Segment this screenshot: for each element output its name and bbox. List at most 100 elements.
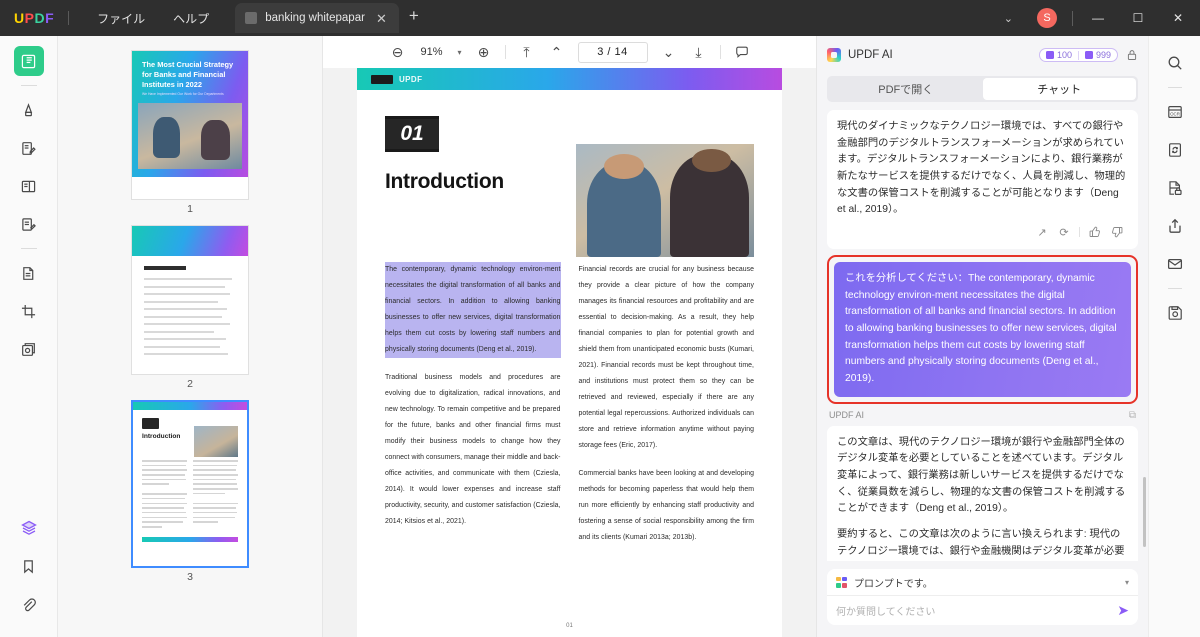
zoom-dropdown-icon[interactable]: ▾ [451, 48, 469, 57]
chat-message-list[interactable]: 現代のダイナミックなテクノロジー環境では、すべての銀行や金融部門のデジタルトラン… [817, 102, 1148, 561]
tab-title: banking whitepapar [265, 12, 365, 24]
menu-help[interactable]: ヘルプ [159, 10, 223, 27]
new-tab-button[interactable]: + [409, 7, 419, 24]
paragraph: Traditional business models and procedur… [385, 374, 561, 526]
prompt-selector[interactable]: プロンプトです。 ▾ [827, 569, 1138, 596]
thumbnail-number-3: 3 [187, 571, 193, 583]
tab-thumbnail-icon [245, 12, 258, 24]
zoom-out-button[interactable]: ⊖ [383, 39, 413, 65]
chat-input-area: プロンプトです。 ▾ 何か質問してください ➤ [817, 561, 1148, 637]
chevron-down-icon[interactable]: ⌄ [990, 12, 1027, 25]
thumbnail-page-2[interactable]: 2 [131, 225, 249, 390]
badge-messages-count: 999 [1095, 50, 1111, 60]
highlighted-paragraph[interactable]: The contemporary, dynamic technology env… [385, 262, 561, 359]
minimize-button[interactable]: — [1078, 0, 1118, 36]
left-tool-rail [0, 36, 58, 637]
badge-pages-count: 100 [1056, 50, 1072, 60]
reading-mode-icon[interactable] [14, 171, 44, 201]
thumbnail-page-1[interactable]: The Most Crucial Strategy for Banks and … [131, 50, 249, 215]
ai-panel-header: UPDF AI 100 999 [817, 42, 1148, 68]
protect-icon[interactable] [1161, 174, 1189, 202]
crop-page-icon[interactable] [14, 296, 44, 326]
cover-photo [138, 102, 242, 169]
message-text: 現代のダイナミックなテクノロジー環境では、すべての銀行や金融部門のデジタルトラン… [837, 121, 1126, 216]
save-icon[interactable] [1161, 299, 1189, 327]
bookmark-icon[interactable] [14, 551, 44, 581]
regenerate-icon[interactable]: ⟳ [1053, 223, 1075, 241]
right-rail-divider [1167, 87, 1182, 88]
page-indicator[interactable]: 3 / 14 [577, 41, 648, 63]
ocr-icon[interactable]: OCR [1161, 98, 1189, 126]
first-page-button[interactable]: ⤒ [512, 39, 542, 65]
cover-subtitle: We Have Implemented Our Work for Our Dep… [142, 91, 224, 96]
page-footer-number: 01 [566, 623, 573, 629]
email-icon[interactable] [1161, 250, 1189, 278]
highlighter-icon[interactable] [14, 95, 44, 125]
previous-page-button[interactable]: ⌃ [542, 39, 572, 65]
next-page-button[interactable]: ⌄ [654, 39, 684, 65]
page-organize-icon[interactable] [14, 258, 44, 288]
title-bar-left: UPDF ファイル ヘルプ banking whitepapar ✕ + [0, 0, 419, 36]
badge-divider [1077, 50, 1079, 60]
avatar[interactable]: S [1037, 8, 1057, 28]
ai-credit-badges[interactable]: 100 999 [1038, 48, 1118, 62]
page-thumbnail-panel[interactable]: The Most Crucial Strategy for Banks and … [58, 36, 323, 637]
export-icon[interactable]: ↗ [1031, 223, 1053, 241]
share-icon[interactable] [1161, 212, 1189, 240]
chat-scrollbar[interactable] [1143, 477, 1146, 547]
paragraph: Commercial banks have been looking at an… [578, 470, 754, 542]
maximize-button[interactable]: ☐ [1118, 0, 1158, 36]
updf-application-window: UPDF ファイル ヘルプ banking whitepapar ✕ + ⌄ S… [0, 0, 1200, 637]
zoom-in-button[interactable]: ⊕ [469, 39, 499, 65]
ai-label-text: UPDF AI [829, 410, 865, 421]
updf-ai-panel: UPDF AI 100 999 PDFで開く チャット 現代のダイナミックなテク… [816, 36, 1148, 637]
like-icon[interactable] [1084, 223, 1106, 241]
thumbnail-number-1: 1 [187, 203, 193, 215]
attachment-icon[interactable] [14, 589, 44, 619]
toolbar-divider-1 [504, 45, 506, 59]
copy-icon[interactable]: ⧉ [1129, 410, 1136, 421]
right-column: Financial records are crucial for any bu… [579, 262, 755, 558]
close-button[interactable]: ✕ [1158, 0, 1198, 36]
document-tab[interactable]: banking whitepapar ✕ [235, 3, 399, 33]
messages-badge-icon [1084, 51, 1093, 59]
zoom-level-label[interactable]: 91% [413, 46, 451, 58]
ai-message: この文章は、現代のテクノロジー環境が銀行や金融部門全体のデジタル変革を必要として… [827, 425, 1138, 561]
comment-icon[interactable] [727, 39, 757, 65]
thumbnail-view-icon[interactable] [13, 46, 44, 76]
layers-icon[interactable] [14, 513, 44, 543]
rail-divider-2 [20, 248, 37, 249]
menu-file[interactable]: ファイル [83, 10, 159, 27]
document-viewer[interactable]: UPDF 01 Introduction The contemporary, d… [323, 68, 816, 637]
updf-ai-logo-icon [827, 48, 841, 62]
thumb-hero-image [194, 426, 238, 457]
tab-open-pdf[interactable]: PDFで開く [829, 78, 983, 100]
rail-divider-1 [20, 85, 37, 86]
search-icon[interactable] [1161, 49, 1189, 77]
text-columns: The contemporary, dynamic technology env… [385, 262, 754, 558]
convert-icon[interactable] [1161, 136, 1189, 164]
chevron-down-icon[interactable]: ▾ [1125, 578, 1129, 587]
last-page-button[interactable]: ⤓ [684, 39, 714, 65]
tab-close-icon[interactable]: ✕ [373, 10, 390, 27]
tab-chat[interactable]: チャット [982, 78, 1136, 100]
left-column: The contemporary, dynamic technology env… [385, 262, 561, 558]
dislike-icon[interactable] [1106, 223, 1128, 241]
chat-input[interactable]: 何か質問してください [836, 603, 1117, 618]
svg-text:OCR: OCR [1170, 112, 1180, 117]
annotate-icon[interactable] [14, 133, 44, 163]
title-divider [68, 11, 70, 25]
stamp-icon[interactable] [14, 334, 44, 364]
ai-message: 現代のダイナミックなテクノロジー環境では、すべての銀行や金融部門のデジタルトラン… [827, 110, 1138, 250]
message-text: 要約すると、この文章は次のように言い換えられます: 現代のテクノロジー環境では、… [837, 529, 1125, 557]
toolbar-divider-2 [719, 45, 721, 59]
action-divider [1079, 227, 1080, 238]
thumbnail-page-3[interactable]: Introduction 3 [131, 400, 249, 583]
chat-input-row[interactable]: 何か質問してください ➤ [827, 596, 1138, 625]
thumb-section-badge [142, 418, 159, 429]
window-controls-divider [1072, 10, 1073, 26]
edit-pdf-icon[interactable] [14, 209, 44, 239]
prompt-box: プロンプトです。 ▾ 何か質問してください ➤ [827, 569, 1138, 625]
lock-icon[interactable] [1126, 49, 1138, 61]
send-button-icon[interactable]: ➤ [1117, 602, 1129, 619]
